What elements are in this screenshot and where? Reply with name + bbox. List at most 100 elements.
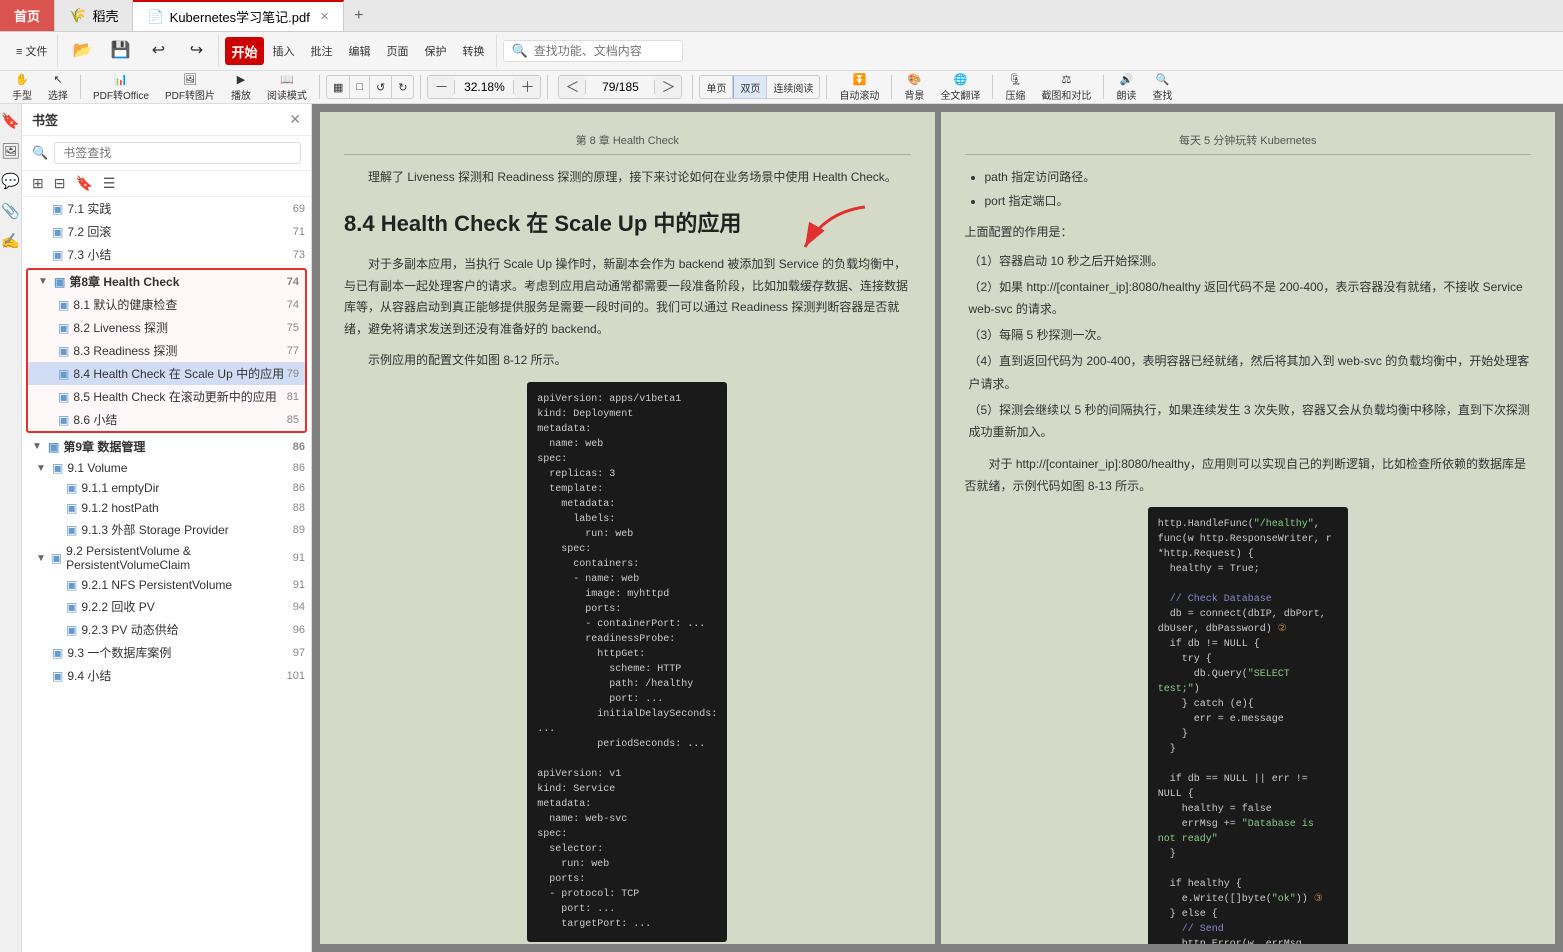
page-num: 86	[293, 482, 305, 494]
sidebar-item-8-1[interactable]: ▣ 8.1 默认的健康检查 74	[28, 293, 305, 316]
single-page-view-button[interactable]: □	[350, 75, 370, 99]
sidebar-item-7-1[interactable]: ▣ 7.1 实践 69	[22, 197, 311, 220]
select-tool-button[interactable]: ↖ 选择	[42, 73, 74, 101]
file-menu-button[interactable]: ≡ 文件	[10, 37, 53, 65]
add-tab-button[interactable]: +	[344, 0, 373, 31]
sidebar-item-7-2[interactable]: ▣ 7.2 回滚 71	[22, 220, 311, 243]
sidebar-item-ch9[interactable]: ▼ ▣ 第9章 数据管理 86	[22, 435, 311, 458]
sidebar-search-input[interactable]	[54, 142, 301, 164]
item-label: 8.5 Health Check 在滚动更新中的应用	[73, 388, 276, 405]
section-title: Health Check 在 Scale Up 中的应用	[381, 211, 742, 236]
insert-menu-button[interactable]: 插入	[266, 37, 302, 65]
comment-panel-icon[interactable]: 💬	[1, 172, 20, 190]
single-page-mode-button[interactable]: 单页	[700, 75, 733, 99]
prev-page-button[interactable]: ＜	[559, 76, 585, 98]
rotate-cw-button[interactable]: ↻	[392, 75, 413, 99]
background-button[interactable]: 🎨 背景	[898, 73, 930, 101]
translate-icon: 🌐	[954, 73, 968, 86]
compare-button[interactable]: ⚖ 截图和对比	[1035, 73, 1097, 101]
read-aloud-button[interactable]: 🔊 朗读	[1110, 73, 1142, 101]
start-menu-button[interactable]: 开始	[225, 37, 263, 65]
sidebar-item-8-6[interactable]: ▣ 8.6 小结 85	[28, 408, 305, 431]
item-label: 9.2.3 PV 动态供给	[81, 621, 178, 638]
sidebar-item-9-2[interactable]: ▼ ▣ 9.2 PersistentVolume & PersistentVol…	[22, 541, 311, 575]
rotate-ccw-button[interactable]: ↺	[370, 75, 392, 99]
convert-menu-button[interactable]: 转换	[456, 37, 492, 65]
sidebar-item-8-4[interactable]: ▣ 8.4 Health Check 在 Scale Up 中的应用 79	[28, 362, 305, 385]
page-num: 81	[287, 391, 299, 403]
bookmark-add-icon[interactable]: 🔖	[75, 175, 92, 192]
sidebar-item-9-1-2[interactable]: ▣ 9.1.2 hostPath 88	[22, 498, 311, 518]
bookmark-list-icon[interactable]: ☰	[103, 175, 116, 192]
sidebar-item-ch8[interactable]: ▼ ▣ 第8章 Health Check 74	[28, 270, 305, 293]
doc-icon: ▣	[66, 481, 77, 495]
next-page-button[interactable]: ＞	[655, 76, 681, 98]
attachment-panel-icon[interactable]: 📎	[1, 202, 20, 220]
page-menu-button[interactable]: 页面	[380, 37, 416, 65]
tab-pdf[interactable]: 📄 Kubernetes学习笔记.pdf ✕	[133, 0, 344, 31]
zoom-out-button[interactable]: －	[428, 76, 454, 98]
zoom-in-button[interactable]: ＋	[514, 76, 540, 98]
tab-daoshe[interactable]: 🌾 稻壳	[55, 0, 133, 31]
daoshe-icon: 🌾	[69, 7, 86, 24]
sidebar-item-9-4[interactable]: ▣ 9.4 小结 101	[22, 664, 311, 687]
sidebar-item-8-3[interactable]: ▣ 8.3 Readiness 探测 77	[28, 339, 305, 362]
numbered-item-2: （2）如果 http://[container_ip]:8080/healthy…	[969, 276, 1532, 322]
undo-button[interactable]: ↩	[140, 37, 176, 65]
doc-icon: ▣	[52, 225, 63, 239]
intro-text: 理解了 Liveness 探测和 Readiness 探测的原理，接下来讨论如何…	[344, 167, 911, 189]
continuous-mode-button[interactable]: 连续阅读	[767, 75, 819, 99]
pdf-to-office-button[interactable]: 📊 PDF转Office	[87, 73, 155, 101]
tab-home[interactable]: 首页	[0, 0, 55, 31]
protect-menu-button[interactable]: 保护	[418, 37, 454, 65]
select-label: 选择	[48, 87, 68, 102]
sidebar-item-9-1-3[interactable]: ▣ 9.1.3 外部 Storage Provider 89	[22, 518, 311, 541]
find-button[interactable]: 🔍 查找	[1146, 73, 1178, 101]
numbered-item-5: （5）探测会继续以 5 秒的间隔执行，如果连续发生 3 次失败，容器又会从负载均…	[969, 399, 1532, 445]
edit-menu-button[interactable]: 编辑	[342, 37, 378, 65]
hand-tool-button[interactable]: ✋ 手型	[6, 73, 38, 101]
search-input[interactable]	[534, 44, 674, 58]
item-label: 9.2.1 NFS PersistentVolume	[81, 578, 232, 592]
item-label: 7.3 小结	[67, 246, 111, 263]
select-icon: ↖	[53, 73, 62, 86]
save-button[interactable]: 💾	[102, 37, 138, 65]
single-col-view-button[interactable]: ▦	[327, 75, 350, 99]
translate-label: 全文翻译	[940, 87, 980, 102]
thumbnail-panel-icon[interactable]: 🖼	[1, 142, 20, 160]
sidebar-item-9-2-1[interactable]: ▣ 9.2.1 NFS PersistentVolume 91	[22, 575, 311, 595]
protect-label: 保护	[425, 43, 447, 59]
read-mode-button[interactable]: 📖 阅读模式	[261, 73, 313, 101]
insert-label: 插入	[273, 43, 295, 59]
sidebar-item-9-3[interactable]: ▣ 9.3 一个数据库案例 97	[22, 641, 311, 664]
search-group: 🔍	[499, 35, 687, 67]
bookmark-panel-icon[interactable]: 🔖	[1, 112, 20, 130]
close-pdf-tab-button[interactable]: ✕	[320, 10, 329, 23]
open-button[interactable]: 📂	[64, 37, 100, 65]
auto-scroll-button[interactable]: ⏬ 自动滚动	[833, 73, 885, 101]
bullet-list-right: path 指定访问路径。 port 指定端口。	[985, 167, 1532, 212]
annotate-menu-button[interactable]: 批注	[304, 37, 340, 65]
translate-button[interactable]: 🌐 全文翻译	[934, 73, 986, 101]
sidebar-item-8-2[interactable]: ▣ 8.2 Liveness 探测 75	[28, 316, 305, 339]
sidebar-item-9-2-3[interactable]: ▣ 9.2.3 PV 动态供给 96	[22, 618, 311, 641]
doc-icon: ▣	[58, 367, 69, 381]
sidebar-close-button[interactable]: ✕	[289, 111, 301, 128]
collapse-all-icon[interactable]: ⊟	[54, 175, 66, 192]
sidebar-item-8-5[interactable]: ▣ 8.5 Health Check 在滚动更新中的应用 81	[28, 385, 305, 408]
page-num: 77	[287, 345, 299, 357]
numbered-item-1: （1）容器启动 10 秒之后开始探测。	[969, 250, 1532, 273]
doc-icon: ▣	[52, 202, 63, 216]
expand-all-icon[interactable]: ⊞	[32, 175, 44, 192]
pdf-img-icon: 🖼	[183, 73, 197, 86]
signature-panel-icon[interactable]: ✍	[1, 232, 20, 250]
play-button[interactable]: ▶ 播放	[225, 73, 257, 101]
pdf-to-img-button[interactable]: 🖼 PDF转图片	[159, 73, 221, 101]
sidebar-item-9-2-2[interactable]: ▣ 9.2.2 回收 PV 94	[22, 595, 311, 618]
double-page-mode-button[interactable]: 双页	[733, 75, 767, 99]
sidebar-item-9-1-1[interactable]: ▣ 9.1.1 emptyDir 86	[22, 478, 311, 498]
sidebar-item-7-3[interactable]: ▣ 7.3 小结 73	[22, 243, 311, 266]
redo-button[interactable]: ↪	[178, 37, 214, 65]
compress-button[interactable]: 🗜 压缩	[999, 73, 1031, 101]
sidebar-item-9-1[interactable]: ▼ ▣ 9.1 Volume 86	[22, 458, 311, 478]
